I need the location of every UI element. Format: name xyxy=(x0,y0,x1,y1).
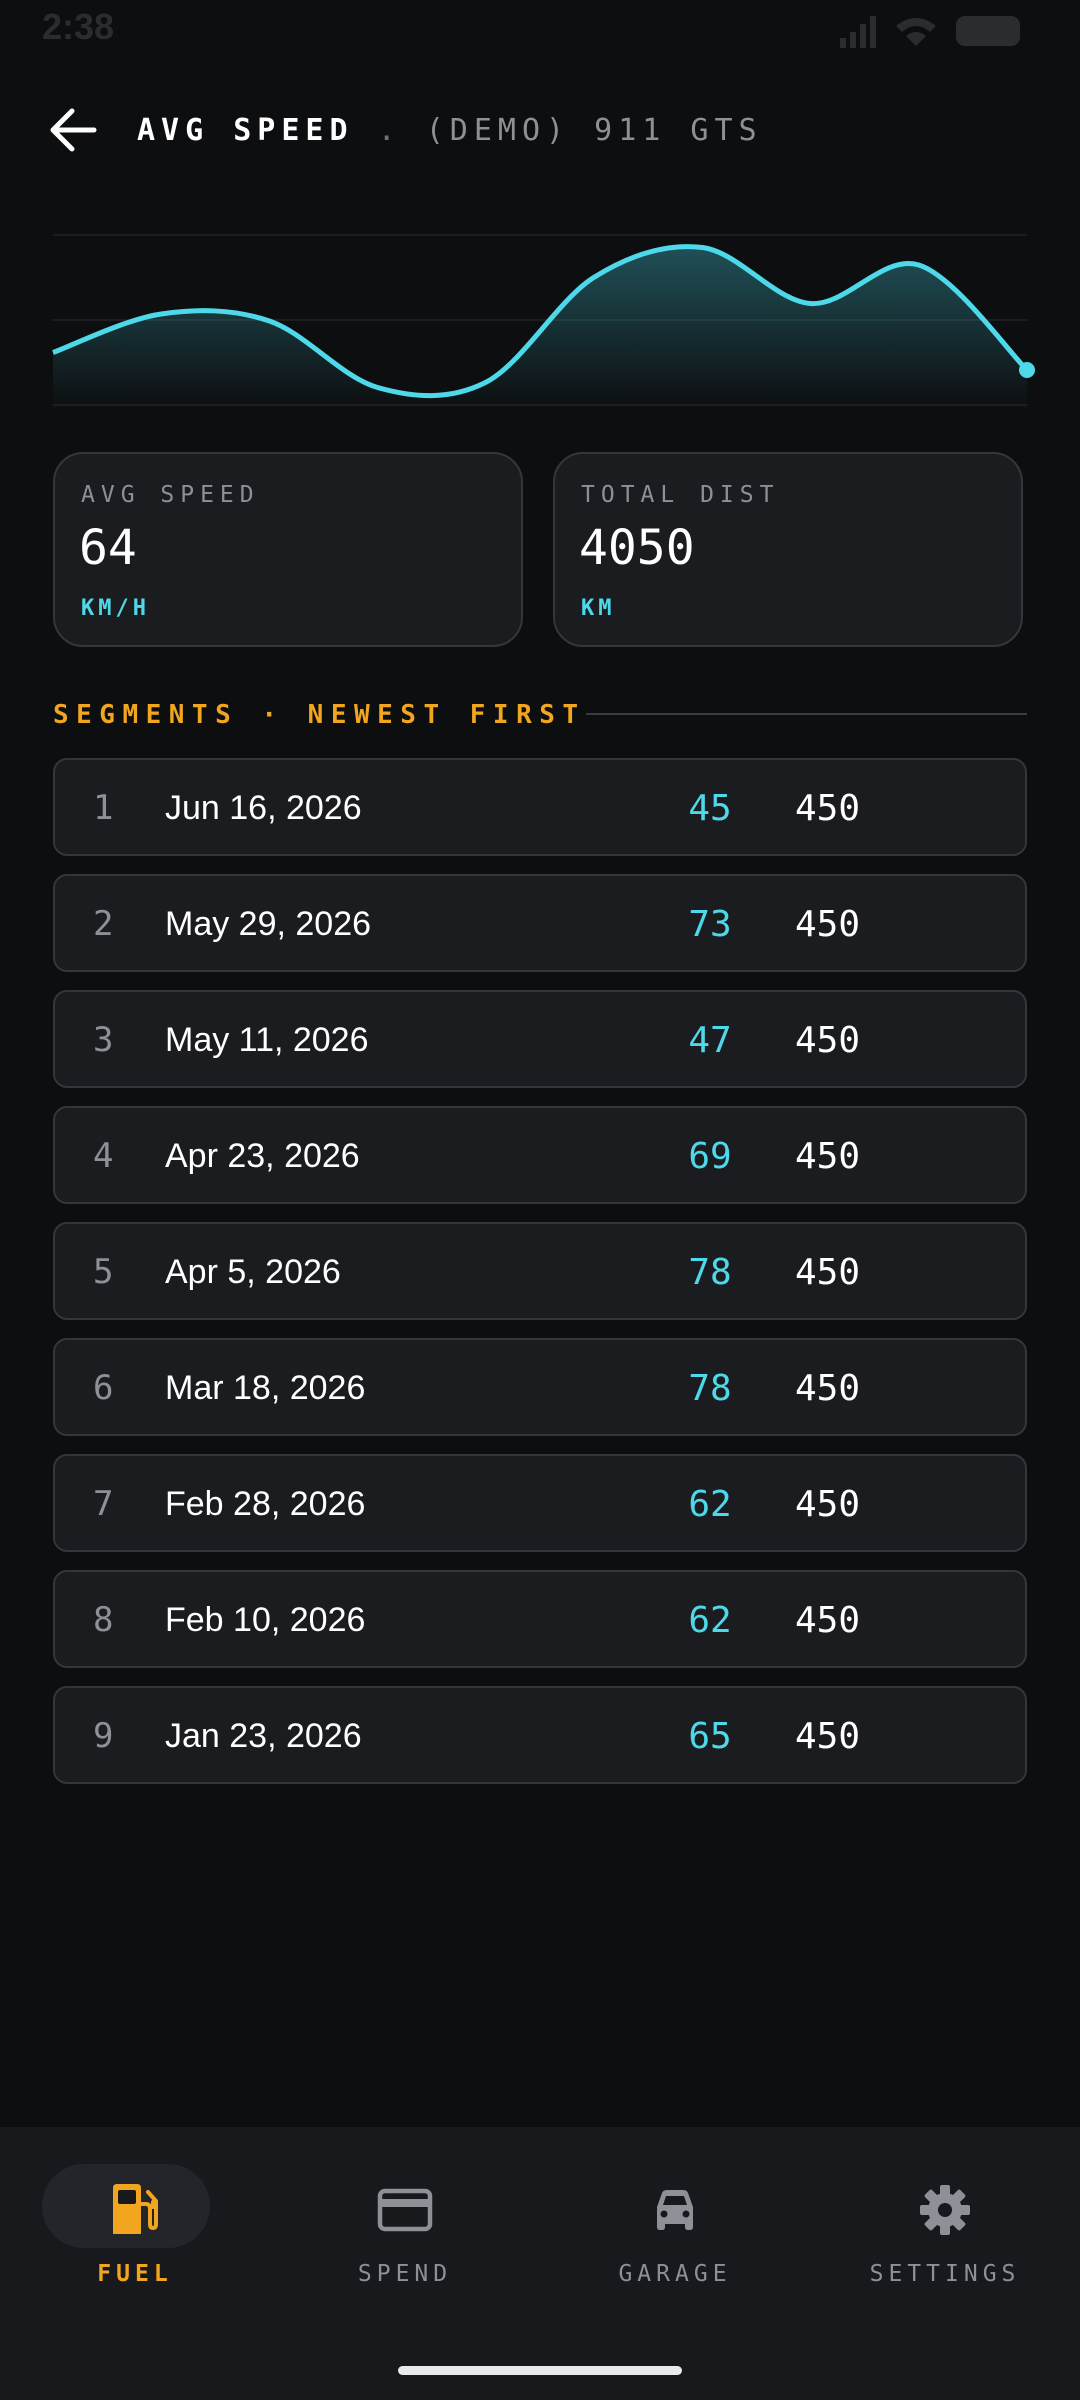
segment-index: 1 xyxy=(93,788,114,828)
segment-index: 9 xyxy=(93,1716,114,1756)
segment-index: 6 xyxy=(93,1368,114,1408)
segment-speed: 47 xyxy=(688,1020,732,1061)
segment-row[interactable]: 4 Apr 23, 2026 69 450 xyxy=(53,1106,1027,1204)
page-title: AVG SPEED . (DEMO) 911 GTS xyxy=(137,113,763,148)
segment-row[interactable]: 9 Jan 23, 2026 65 450 xyxy=(53,1686,1027,1784)
car-icon xyxy=(657,2190,693,2230)
segments-section-header: SEGMENTS · NEWEST FIRST xyxy=(53,696,1027,736)
segment-date: Apr 23, 2026 xyxy=(165,1137,360,1175)
gear-icon xyxy=(920,2185,970,2235)
segment-distance: 450 xyxy=(795,1020,861,1061)
back-button[interactable] xyxy=(48,107,98,153)
segment-date: Feb 10, 2026 xyxy=(165,1601,366,1639)
segment-row[interactable]: 8 Feb 10, 2026 62 450 xyxy=(53,1570,1027,1668)
title-main: AVG SPEED xyxy=(137,113,354,148)
bottom-nav: FUEL SPEND GARAGE SETTINGS xyxy=(0,2127,1080,2400)
segment-speed: 78 xyxy=(688,1368,732,1409)
segment-distance: 450 xyxy=(795,1600,861,1641)
segment-index: 7 xyxy=(93,1484,114,1524)
header: AVG SPEED . (DEMO) 911 GTS xyxy=(0,95,1080,165)
nav-item-spend[interactable]: SPEND xyxy=(270,2127,540,2327)
status-bar: 2:38 xyxy=(0,0,1080,60)
segment-index: 8 xyxy=(93,1600,114,1640)
section-title: SEGMENTS · NEWEST FIRST xyxy=(53,700,586,730)
stat-unit: KM/H xyxy=(81,596,150,621)
segment-date: Feb 28, 2026 xyxy=(165,1485,366,1523)
segment-distance: 450 xyxy=(795,1252,861,1293)
chart-endpoint xyxy=(1019,362,1035,378)
stat-label: AVG SPEED xyxy=(81,482,260,508)
segment-speed: 73 xyxy=(688,904,732,945)
segment-distance: 450 xyxy=(795,1136,861,1177)
nav-label: SPEND xyxy=(357,2261,453,2287)
stat-card-total-dist: TOTAL DIST 4050 KM xyxy=(553,452,1023,647)
fuel-pump-icon xyxy=(113,2184,158,2234)
segment-speed: 45 xyxy=(688,788,732,829)
stat-card-avg-speed: AVG SPEED 64 KM/H xyxy=(53,452,523,647)
title-subtitle: (DEMO) 911 GTS xyxy=(425,113,763,148)
nav-item-fuel[interactable]: FUEL xyxy=(0,2127,270,2327)
segment-list: 1 Jun 16, 2026 45 450 2 May 29, 2026 73 … xyxy=(53,758,1027,1802)
segment-distance: 450 xyxy=(795,1484,861,1525)
segment-row[interactable]: 3 May 11, 2026 47 450 xyxy=(53,990,1027,1088)
segment-date: May 29, 2026 xyxy=(165,905,372,943)
segment-date: May 11, 2026 xyxy=(165,1021,369,1059)
segment-date: Apr 5, 2026 xyxy=(165,1253,341,1291)
status-time: 2:38 xyxy=(42,6,115,47)
nav-item-garage[interactable]: GARAGE xyxy=(540,2127,810,2327)
segment-row[interactable]: 6 Mar 18, 2026 78 450 xyxy=(53,1338,1027,1436)
segment-row[interactable]: 7 Feb 28, 2026 62 450 xyxy=(53,1454,1027,1552)
speed-chart xyxy=(52,234,1035,410)
segment-distance: 450 xyxy=(795,1368,861,1409)
segment-row[interactable]: 1 Jun 16, 2026 45 450 xyxy=(53,758,1027,856)
segment-date: Jan 23, 2026 xyxy=(165,1717,362,1755)
segment-index: 5 xyxy=(93,1252,114,1292)
signal-icon xyxy=(840,16,876,48)
segment-distance: 450 xyxy=(795,788,861,829)
stat-value: 4050 xyxy=(579,520,695,576)
stat-label: TOTAL DIST xyxy=(581,482,780,508)
segment-date: Jun 16, 2026 xyxy=(165,789,362,827)
segment-distance: 450 xyxy=(795,1716,861,1757)
status-icons xyxy=(840,16,1020,48)
segment-speed: 62 xyxy=(688,1484,732,1525)
nav-item-settings[interactable]: SETTINGS xyxy=(810,2127,1080,2327)
segment-distance: 450 xyxy=(795,904,861,945)
segment-row[interactable]: 2 May 29, 2026 73 450 xyxy=(53,874,1027,972)
segment-index: 4 xyxy=(93,1136,114,1176)
segment-date: Mar 18, 2026 xyxy=(165,1369,366,1407)
segment-speed: 65 xyxy=(688,1716,732,1757)
segment-index: 3 xyxy=(93,1020,114,1060)
wifi-icon xyxy=(896,18,936,46)
credit-card-icon xyxy=(377,2188,433,2232)
nav-label: SETTINGS xyxy=(869,2261,1021,2287)
nav-label: FUEL xyxy=(97,2261,173,2287)
title-separator: . xyxy=(377,113,402,148)
battery-icon xyxy=(956,16,1020,46)
stat-value: 64 xyxy=(79,520,137,576)
segment-row[interactable]: 5 Apr 5, 2026 78 450 xyxy=(53,1222,1027,1320)
segment-speed: 78 xyxy=(688,1252,732,1293)
segment-speed: 69 xyxy=(688,1136,732,1177)
arrow-left-icon xyxy=(50,108,97,152)
segment-index: 2 xyxy=(93,904,114,944)
section-divider xyxy=(586,713,1027,715)
nav-label: GARAGE xyxy=(618,2261,732,2287)
stat-unit: KM xyxy=(581,596,616,621)
home-indicator xyxy=(398,2366,682,2375)
segment-speed: 62 xyxy=(688,1600,732,1641)
